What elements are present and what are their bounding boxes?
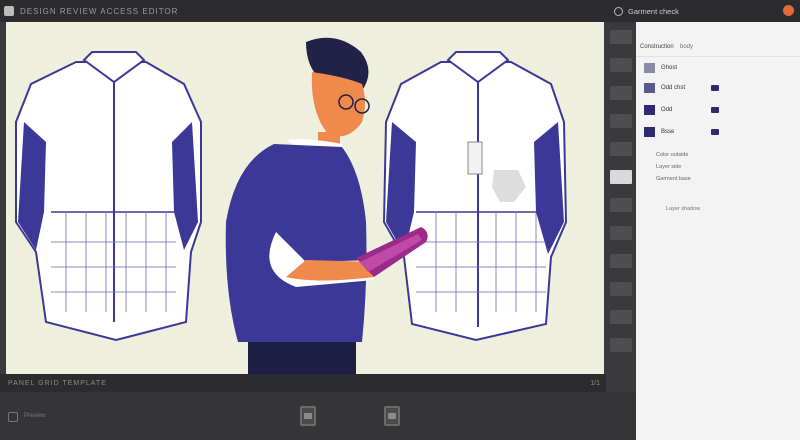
thumbnail-strip: Preview: [0, 392, 636, 440]
tool-layers[interactable]: [610, 338, 632, 352]
value-chip[interactable]: [711, 107, 719, 113]
tool-pen[interactable]: [610, 86, 632, 100]
illustration: [15, 37, 568, 374]
design-canvas[interactable]: [6, 22, 604, 374]
app-window: DESIGN REVIEW ACCESS EDITOR PANEL GRID T…: [0, 0, 800, 440]
thumbnail-1[interactable]: [300, 406, 316, 426]
tool-gradient[interactable]: [610, 198, 632, 212]
preview-toggle-icon[interactable]: [8, 412, 18, 422]
sub-item: Color outside: [656, 152, 689, 158]
left-shirt-flat: [15, 51, 202, 342]
title-bar: DESIGN REVIEW ACCESS EDITOR: [0, 0, 606, 22]
property-row[interactable]: Bsse: [644, 126, 719, 138]
property-row[interactable]: Odd: [644, 104, 719, 116]
property-row[interactable]: Ghost: [644, 62, 705, 74]
field-label: Construction: [640, 44, 674, 50]
panel-header: Garment check: [606, 0, 800, 22]
property-row[interactable]: Odd chst: [644, 82, 719, 94]
color-swatch: [644, 105, 655, 115]
value-chip[interactable]: [711, 85, 719, 91]
color-swatch: [644, 83, 655, 93]
tool-measure[interactable]: [610, 310, 632, 324]
field-value[interactable]: body: [680, 44, 693, 50]
property-label: Bsse: [661, 129, 675, 135]
page-indicator: 1/1: [590, 379, 600, 387]
color-swatch: [644, 127, 655, 137]
thumbnail-2[interactable]: [384, 406, 400, 426]
close-icon[interactable]: [783, 5, 794, 16]
property-label: Odd chst: [661, 85, 686, 91]
window-title: DESIGN REVIEW ACCESS EDITOR: [20, 6, 179, 16]
panel-footer-text: Layer shadow: [666, 206, 701, 212]
tool-fill[interactable]: [610, 170, 632, 184]
tool-move[interactable]: [610, 58, 632, 72]
sub-item: Garment base: [656, 176, 691, 182]
color-swatch: [644, 63, 655, 73]
right-shirt-flat: [382, 51, 568, 342]
tool-rail: [606, 22, 636, 392]
property-label: Ghost: [661, 65, 678, 71]
sub-item: Layer side: [656, 164, 682, 170]
properties-panel: Construction body Ghost Odd chst Odd Bss…: [636, 22, 800, 440]
canvas-status-bar: PANEL GRID TEMPLATE 1/1: [0, 374, 606, 392]
tool-hand[interactable]: [610, 282, 632, 296]
property-label: Odd: [661, 107, 673, 113]
tool-shape[interactable]: [610, 114, 632, 128]
panel-status-icon: [614, 6, 623, 16]
panel-divider: [636, 56, 800, 57]
preview-label: Preview: [24, 413, 46, 419]
panel-title: Garment check: [628, 6, 679, 16]
tool-eraser[interactable]: [610, 226, 632, 240]
tool-text[interactable]: [610, 142, 632, 156]
canvas-label: PANEL GRID TEMPLATE: [8, 379, 107, 387]
tool-zoom[interactable]: [610, 254, 632, 268]
value-chip[interactable]: [711, 129, 719, 135]
app-logo-icon: [4, 6, 14, 16]
tool-select[interactable]: [610, 30, 632, 44]
